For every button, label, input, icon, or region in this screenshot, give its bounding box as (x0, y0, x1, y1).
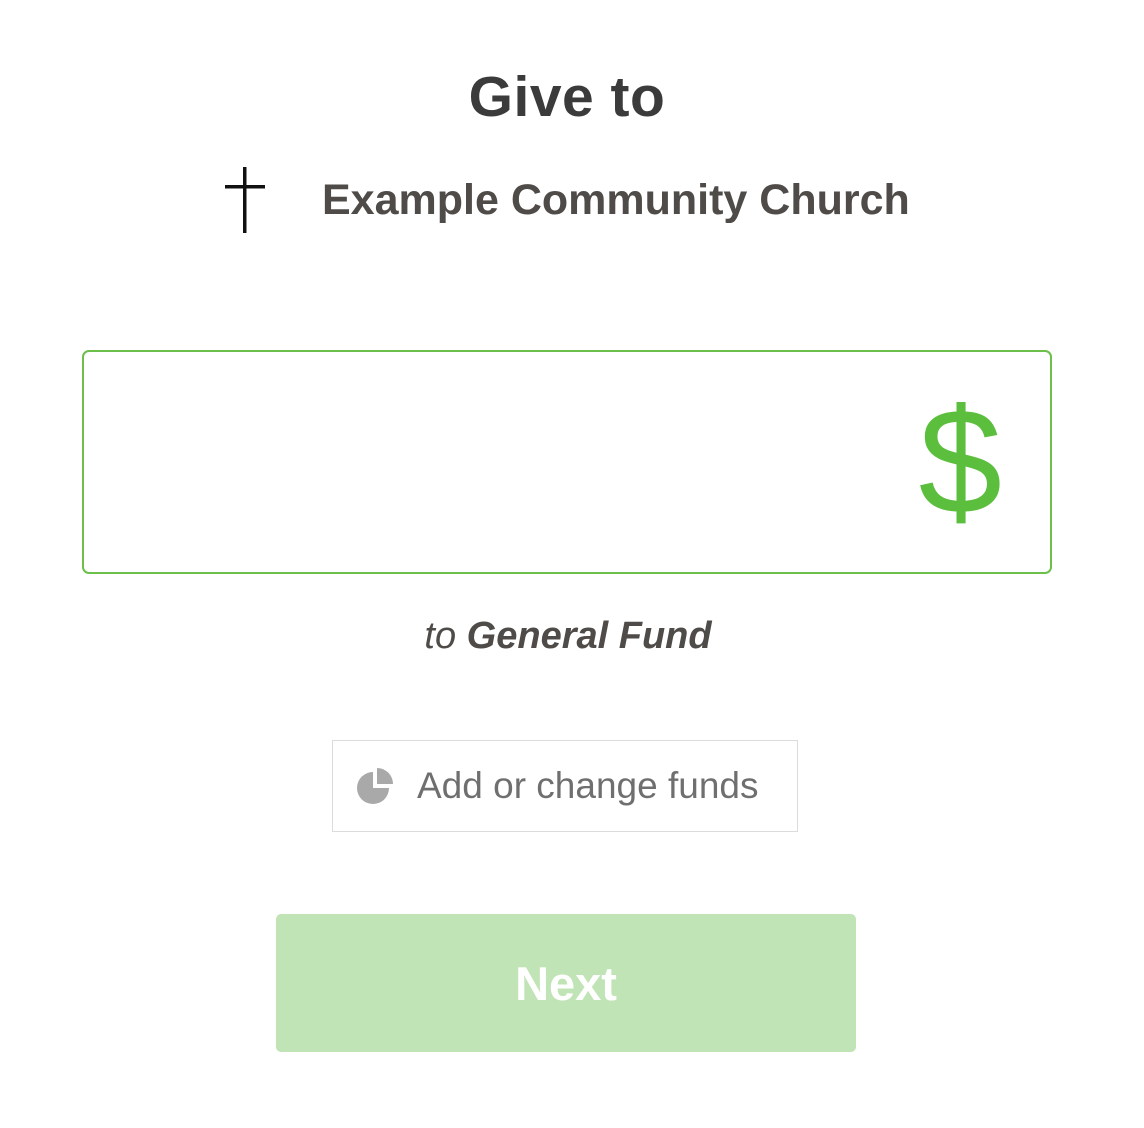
organization: Example Community Church (220, 165, 910, 235)
fund-designation: to General Fund (0, 612, 1136, 660)
cross-icon (225, 167, 265, 233)
add-or-change-funds-label: Add or change funds (417, 765, 759, 806)
dollar-icon: $ (918, 377, 1002, 545)
fund-name: General Fund (466, 615, 712, 657)
organization-name: Example Community Church (322, 175, 910, 224)
page-title: Give to (468, 65, 666, 129)
add-or-change-funds-button[interactable]: Add or change funds (332, 740, 798, 832)
fund-prefix: to (424, 615, 457, 657)
pie-chart-icon (357, 768, 393, 804)
amount-field[interactable]: $ (82, 350, 1052, 574)
amount-input[interactable] (84, 352, 864, 572)
next-button[interactable]: Next (276, 914, 856, 1052)
